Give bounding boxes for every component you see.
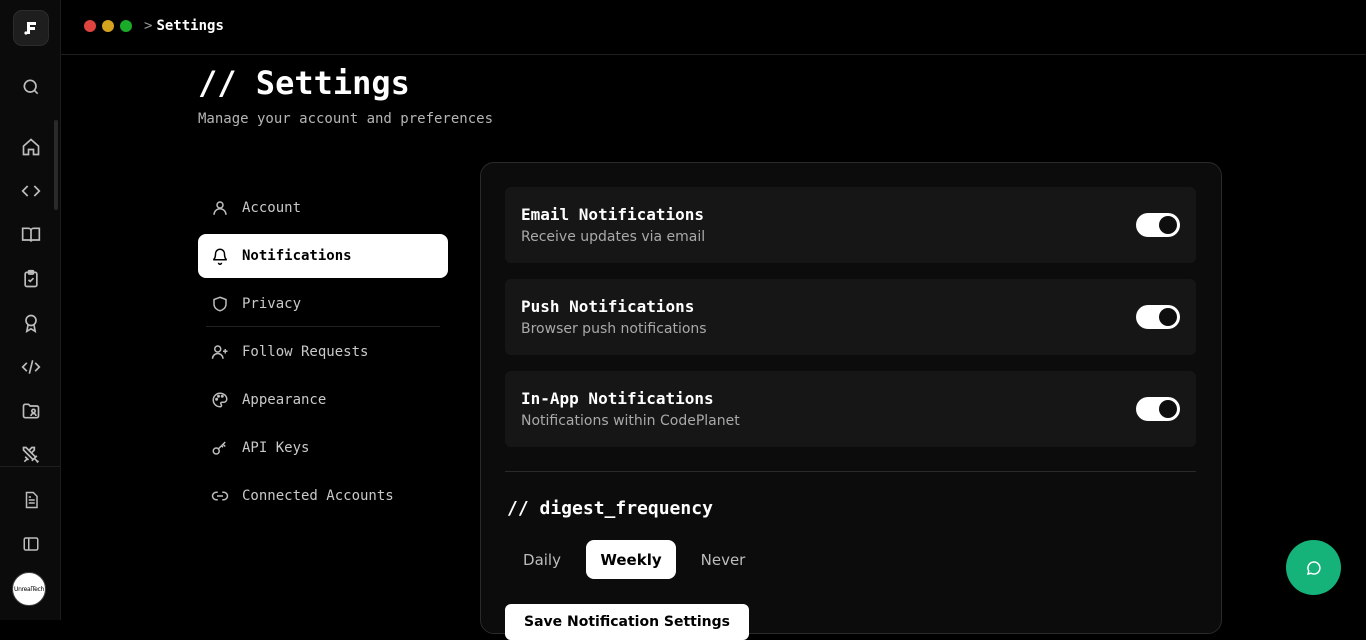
home-icon[interactable] [19,135,43,159]
save-notification-settings-button[interactable]: Save Notification Settings [505,604,749,640]
shield-icon [210,294,230,314]
logo-mark-icon [24,22,36,35]
nav-item-account[interactable]: Account [198,186,448,230]
clipboard-check-icon[interactable] [19,267,43,291]
avatar-text: UnrealTech [13,585,44,593]
nav-item-label: Account [242,200,302,216]
nav-item-connected-accounts[interactable]: Connected Accounts [198,474,448,518]
folder-user-icon[interactable] [19,399,43,423]
window-minimize-dot[interactable] [102,20,114,32]
app-logo[interactable] [13,10,49,46]
nav-item-notifications[interactable]: Notifications [198,234,448,278]
sidebar-scrollbar[interactable] [54,120,58,210]
nav-item-api-keys[interactable]: API Keys [198,426,448,470]
section-divider [505,471,1196,472]
email-notifications-row: Email Notifications Receive updates via … [505,187,1196,263]
page-title: // Settings [198,64,410,102]
row-description: Receive updates via email [521,229,706,245]
push-notifications-row: Push Notifications Browser push notifica… [505,279,1196,355]
digest-option-daily[interactable]: Daily [505,540,579,579]
in-app-notifications-toggle[interactable] [1136,397,1180,421]
search-icon[interactable] [19,75,43,99]
nav-item-label: Privacy [242,296,302,312]
document-icon[interactable] [19,488,43,512]
sidebar-divider [0,466,60,467]
nav-item-label: Connected Accounts [242,488,394,504]
page-subtitle: Manage your account and preferences [198,111,494,127]
top-bar [61,0,1366,55]
digest-frequency-heading: // digest_frequency [507,498,713,519]
push-notifications-toggle[interactable] [1136,305,1180,329]
nav-divider [206,326,440,327]
app-sidebar: UnrealTech [0,0,61,620]
avatar[interactable]: UnrealTech [12,572,46,606]
chat-bubble-icon [1306,560,1321,575]
palette-icon [210,390,230,410]
in-app-notifications-row: In-App Notifications Notifications withi… [505,371,1196,447]
nav-item-label: Notifications [242,248,352,264]
bell-icon [210,246,230,266]
book-icon[interactable] [19,223,43,247]
chat-button[interactable] [1286,540,1341,595]
digest-option-weekly[interactable]: Weekly [586,540,676,579]
nav-item-label: Follow Requests [242,344,369,360]
breadcrumb-separator: > [144,18,153,34]
code-tag-icon[interactable] [19,355,43,379]
email-notifications-toggle[interactable] [1136,213,1180,237]
row-description: Notifications within CodePlanet [521,413,740,429]
row-description: Browser push notifications [521,321,707,337]
sidebar-toggle-icon[interactable] [19,532,43,556]
breadcrumb: > Settings [144,18,224,34]
user-plus-icon [210,342,230,362]
award-icon[interactable] [19,311,43,335]
row-title: Push Notifications [521,297,695,316]
toggle-knob [1159,216,1177,234]
key-icon [210,438,230,458]
row-title: Email Notifications [521,205,705,224]
nav-item-follow-requests[interactable]: Follow Requests [198,330,448,374]
link-icon [210,486,230,506]
row-title: In-App Notifications [521,389,714,408]
window-close-dot[interactable] [84,20,96,32]
code-icon[interactable] [19,179,43,203]
breadcrumb-current: Settings [156,18,224,34]
nav-item-appearance[interactable]: Appearance [198,378,448,422]
swords-icon[interactable] [19,443,43,467]
nav-item-label: API Keys [242,440,310,456]
nav-item-privacy[interactable]: Privacy [198,282,448,326]
nav-item-label: Appearance [242,392,327,408]
save-button-label: Save Notification Settings [523,614,730,630]
digest-option-never[interactable]: Never [686,540,760,579]
toggle-knob [1159,308,1177,326]
user-icon [210,198,230,218]
toggle-knob [1159,400,1177,418]
window-maximize-dot[interactable] [120,20,132,32]
